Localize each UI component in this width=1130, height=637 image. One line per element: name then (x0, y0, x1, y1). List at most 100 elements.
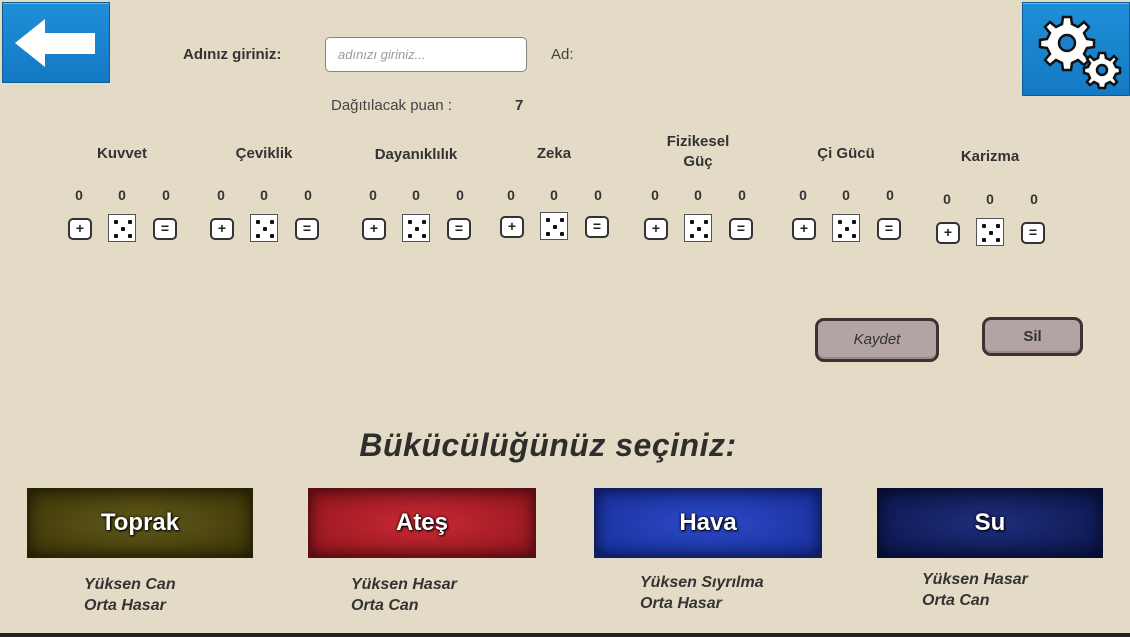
stat-value: 0 (1030, 191, 1038, 207)
die-pip (852, 234, 856, 238)
die-pip (415, 227, 419, 231)
gears-icon (1038, 15, 1122, 90)
die-pip (546, 232, 550, 236)
bending-title: Bükücülüğünüz seçiniz: (359, 427, 737, 463)
stat-value: 0 (886, 187, 894, 203)
arrow-left-icon (15, 19, 95, 67)
stat-value: 0 (651, 187, 659, 203)
die-pip (256, 234, 260, 238)
stat-value: 0 (217, 187, 225, 203)
name-display-label: Ad: (551, 46, 574, 63)
fire-desc-line1: Yüksen Hasar (351, 576, 457, 593)
stat-value: 0 (412, 187, 420, 203)
stat-minus-button[interactable]: = (877, 218, 901, 240)
die-pip (422, 234, 426, 238)
water-desc-line2: Orta Can (922, 592, 990, 609)
die-pip (270, 220, 274, 224)
stat-minus-button[interactable]: = (729, 218, 753, 240)
water-description: Yüksen Hasar Orta Can (922, 569, 1028, 611)
stat-value: 0 (738, 187, 746, 203)
die-pip (852, 220, 856, 224)
stat-value: 0 (75, 187, 83, 203)
stat-name: Karizma (960, 148, 1020, 165)
stat-value: 0 (260, 187, 268, 203)
die-pip (546, 218, 550, 222)
back-button[interactable] (2, 2, 110, 83)
die-pip (704, 220, 708, 224)
earth-desc-line2: Orta Hasar (84, 597, 166, 614)
dice-roll-button[interactable] (832, 214, 860, 242)
stat-plus-button[interactable]: + (936, 222, 960, 244)
air-desc-line2: Orta Hasar (640, 595, 722, 612)
stat-minus-button[interactable]: = (153, 218, 177, 240)
die-pip (996, 224, 1000, 228)
die-pip (982, 238, 986, 242)
water-desc-line1: Yüksen Hasar (922, 571, 1028, 588)
die-pip (114, 234, 118, 238)
dice-roll-button[interactable] (250, 214, 278, 242)
die-pip (553, 225, 557, 229)
die-pip (128, 234, 132, 238)
die-pip (989, 231, 993, 235)
stat-value: 0 (304, 187, 312, 203)
stat-plus-button[interactable]: + (644, 218, 668, 240)
stat-value: 0 (550, 187, 558, 203)
earth-description: Yüksen Can Orta Hasar (84, 574, 176, 616)
fire-button[interactable]: Ateş (308, 488, 536, 558)
die-pip (128, 220, 132, 224)
air-desc-line1: Yüksen Sıyrılma (640, 574, 764, 591)
stat-value: 0 (694, 187, 702, 203)
die-pip (263, 227, 267, 231)
stat-name: Çi Gücü (817, 145, 875, 162)
name-input[interactable] (325, 37, 527, 72)
die-pip (270, 234, 274, 238)
stat-value: 0 (456, 187, 464, 203)
die-pip (845, 227, 849, 231)
die-pip (560, 218, 564, 222)
die-pip (697, 227, 701, 231)
stat-plus-button[interactable]: + (210, 218, 234, 240)
dice-roll-button[interactable] (540, 212, 568, 240)
water-button[interactable]: Su (877, 488, 1103, 558)
die-pip (408, 234, 412, 238)
stat-name: Dayanıklılık (374, 146, 458, 163)
fire-description: Yüksen Hasar Orta Can (351, 574, 457, 616)
dice-roll-button[interactable] (108, 214, 136, 242)
stat-value: 0 (986, 191, 994, 207)
stat-name: Fizikesel Güç (666, 133, 730, 170)
stat-value: 0 (594, 187, 602, 203)
stat-plus-button[interactable]: + (500, 216, 524, 238)
air-button[interactable]: Hava (594, 488, 822, 558)
stat-plus-button[interactable]: + (68, 218, 92, 240)
die-pip (256, 220, 260, 224)
delete-button[interactable]: Sil (982, 317, 1083, 356)
dice-roll-button[interactable] (402, 214, 430, 242)
stat-minus-button[interactable]: = (447, 218, 471, 240)
stat-value: 0 (162, 187, 170, 203)
die-pip (408, 220, 412, 224)
stat-name: Zeka (536, 145, 572, 162)
dice-roll-button[interactable] (684, 214, 712, 242)
die-pip (690, 234, 694, 238)
name-label: Adınız giriniz: (183, 46, 282, 63)
stat-plus-button[interactable]: + (362, 218, 386, 240)
stat-minus-button[interactable]: = (1021, 222, 1045, 244)
stat-plus-button[interactable]: + (792, 218, 816, 240)
bottom-border (0, 633, 1130, 637)
stat-value: 0 (369, 187, 377, 203)
earth-desc-line1: Yüksen Can (84, 576, 176, 593)
die-pip (982, 224, 986, 228)
die-pip (996, 238, 1000, 242)
fire-desc-line2: Orta Can (351, 597, 419, 614)
stat-minus-button[interactable]: = (295, 218, 319, 240)
points-label: Dağıtılacak puan : (331, 97, 452, 114)
earth-button[interactable]: Toprak (27, 488, 253, 558)
die-pip (838, 234, 842, 238)
stat-minus-button[interactable]: = (585, 216, 609, 238)
stat-value: 0 (507, 187, 515, 203)
dice-roll-button[interactable] (976, 218, 1004, 246)
die-pip (121, 227, 125, 231)
save-button[interactable]: Kaydet (815, 318, 939, 362)
settings-button[interactable] (1022, 2, 1130, 96)
die-pip (690, 220, 694, 224)
